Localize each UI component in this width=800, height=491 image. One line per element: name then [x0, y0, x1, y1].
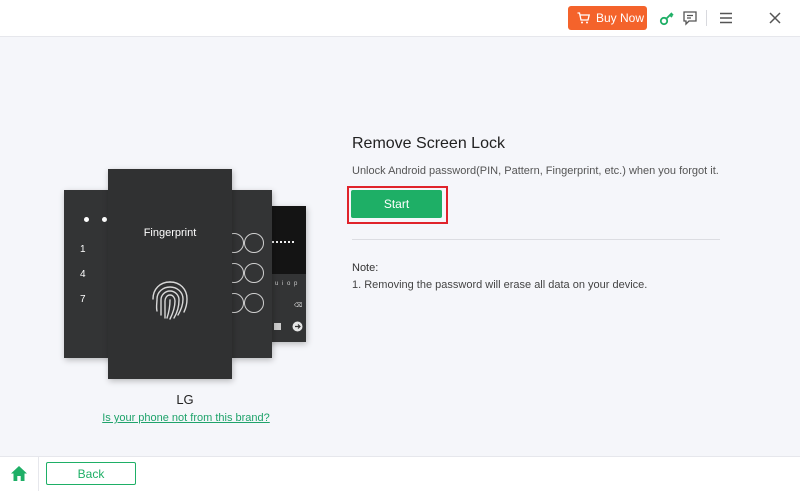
buy-now-label: Buy Now	[596, 11, 645, 25]
page-title: Remove Screen Lock	[352, 135, 505, 152]
pin-dot	[84, 217, 89, 222]
pattern-dot	[244, 263, 264, 283]
divider	[352, 239, 720, 240]
keyboard-key	[274, 323, 281, 330]
cart-icon	[577, 12, 590, 24]
keyboard-delete-icon: ⌫	[294, 303, 303, 309]
fingerprint-icon	[152, 281, 188, 320]
brand-name: LG	[176, 392, 194, 407]
change-brand-link[interactable]: Is your phone not from this brand?	[86, 412, 286, 424]
buy-now-button[interactable]: Buy Now	[568, 6, 647, 30]
start-button[interactable]: Start	[351, 190, 442, 218]
bottom-bar: Back	[0, 456, 800, 491]
pin-number: 7	[80, 294, 86, 305]
pin-dot	[102, 217, 107, 222]
pattern-dot	[244, 233, 264, 253]
title-bar: Buy Now	[0, 0, 800, 37]
key-icon[interactable]	[659, 10, 675, 26]
home-button[interactable]	[0, 457, 39, 491]
menu-icon[interactable]	[718, 10, 734, 26]
pin-number: 1	[80, 244, 86, 255]
main-panel: 1 4 7 u i o p ⌫ Fingerprint LG Is your p…	[0, 36, 800, 456]
back-button[interactable]: Back	[46, 462, 136, 485]
note-item: 1. Removing the password will erase all …	[352, 279, 648, 291]
password-mask	[272, 241, 294, 243]
home-icon	[11, 466, 27, 481]
keyboard-input-area	[272, 206, 306, 274]
keyboard-keys: u i o p	[275, 281, 299, 287]
pattern-dot	[244, 293, 264, 313]
fingerprint-lock-card: Fingerprint	[108, 169, 232, 379]
enter-icon	[292, 321, 303, 332]
page-subtitle: Unlock Android password(PIN, Pattern, Fi…	[352, 165, 719, 177]
pattern-lock-card	[224, 190, 272, 358]
fingerprint-label: Fingerprint	[143, 227, 197, 239]
titlebar-separator	[706, 10, 707, 26]
note-title: Note:	[352, 262, 379, 274]
feedback-icon[interactable]	[682, 10, 698, 26]
pin-number: 4	[80, 269, 86, 280]
close-icon[interactable]	[767, 10, 783, 26]
